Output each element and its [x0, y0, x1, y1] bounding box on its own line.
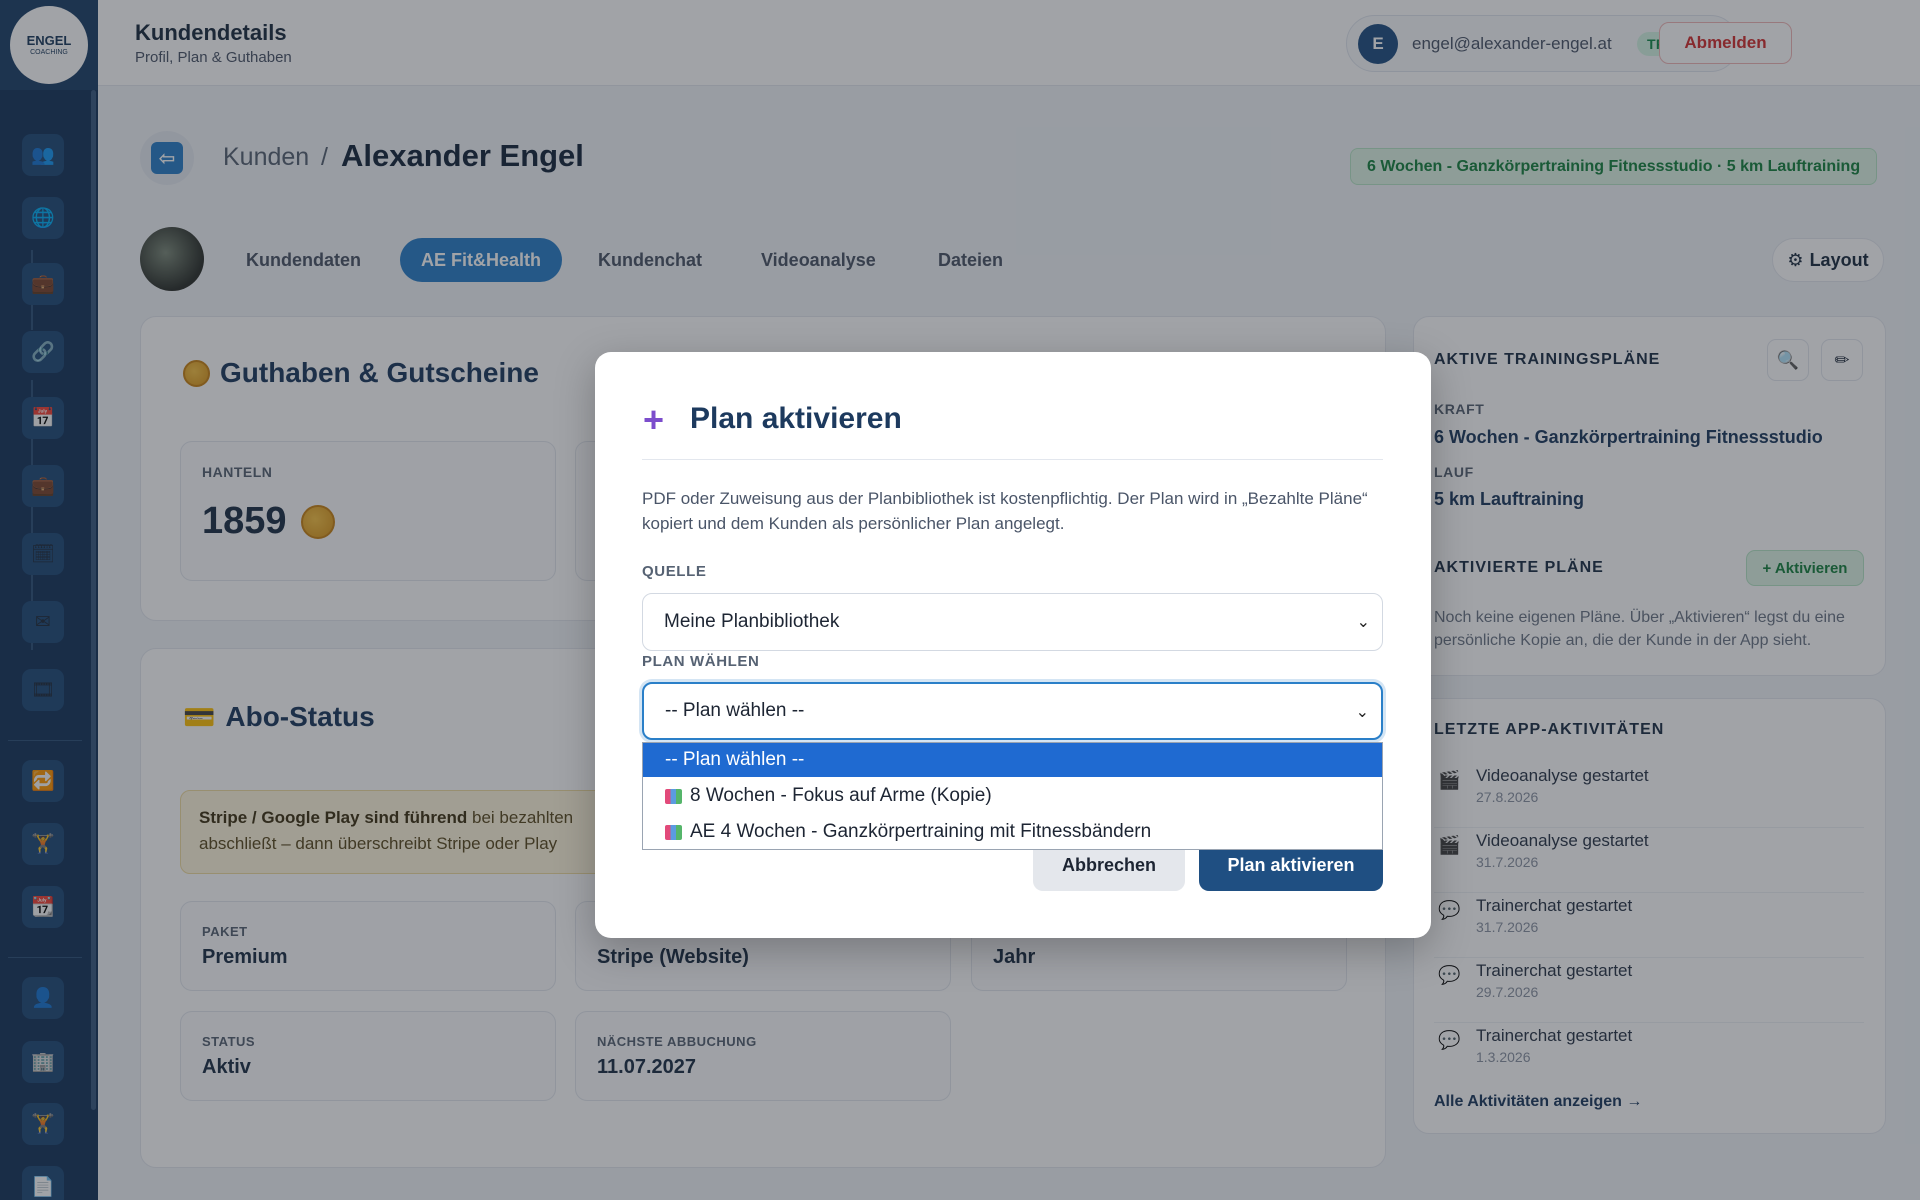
- option-label: -- Plan wählen --: [665, 749, 805, 770]
- plan-option[interactable]: AE 4 Wochen - Ganzkörpertraining mit Fit…: [643, 815, 1382, 849]
- plan-option-placeholder[interactable]: -- Plan wählen --: [643, 743, 1382, 777]
- dialog-divider: [642, 459, 1383, 460]
- option-label: AE 4 Wochen - Ganzkörpertraining mit Fit…: [690, 821, 1152, 842]
- chevron-down-icon: ⌄: [1356, 614, 1370, 631]
- plus-icon: +: [643, 399, 665, 440]
- option-label: 8 Wochen - Fokus auf Arme (Kopie): [690, 785, 992, 806]
- books-icon: [665, 788, 682, 804]
- plan-select-value: -- Plan wählen --: [665, 700, 805, 721]
- source-select[interactable]: Meine Planbibliothek ⌄: [642, 593, 1383, 651]
- books-icon: [665, 824, 682, 840]
- chevron-down-icon: ⌄: [1355, 704, 1369, 721]
- activate-plan-dialog: + Plan aktivieren PDF oder Zuweisung aus…: [595, 352, 1431, 938]
- dialog-title: Plan aktivieren: [690, 402, 902, 435]
- plan-option[interactable]: 8 Wochen - Fokus auf Arme (Kopie): [643, 779, 1382, 813]
- source-select-value: Meine Planbibliothek: [664, 611, 840, 632]
- plan-label: PLAN WÄHLEN: [642, 653, 760, 670]
- source-label: QUELLE: [642, 563, 707, 580]
- plan-dropdown-list: -- Plan wählen -- 8 Wochen - Fokus auf A…: [642, 742, 1383, 850]
- plan-select[interactable]: -- Plan wählen -- ⌄: [642, 682, 1383, 740]
- dialog-description: PDF oder Zuweisung aus der Planbibliothe…: [642, 489, 1368, 533]
